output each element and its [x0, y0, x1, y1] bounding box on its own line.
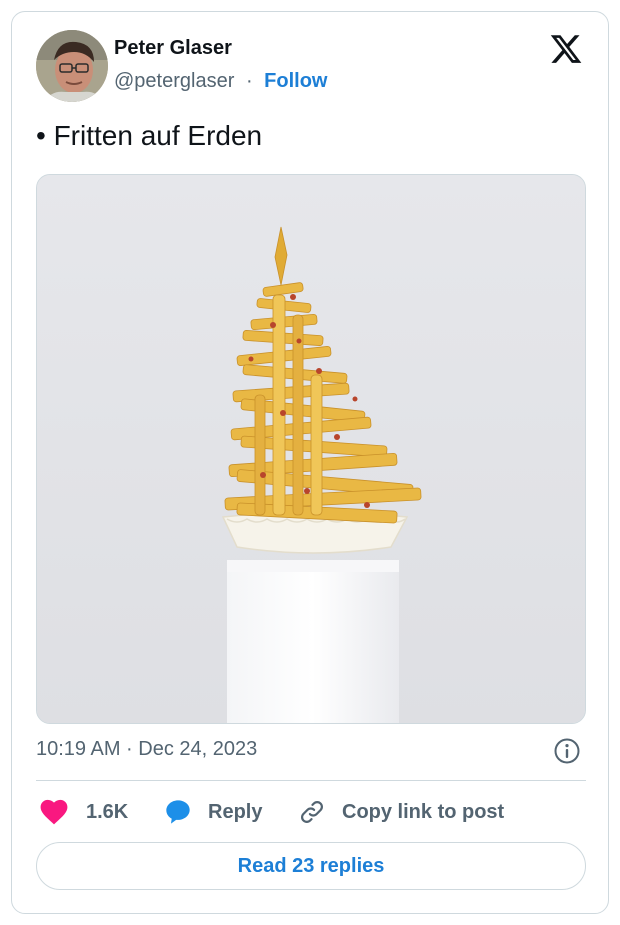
author-name[interactable]: Peter Glaser — [114, 37, 232, 60]
avatar-photo — [36, 30, 108, 102]
link-icon — [301, 801, 323, 823]
fries-christmas-tree-image — [37, 175, 585, 723]
copy-link-label: Copy link to post — [342, 800, 505, 823]
tweet-actions: 1.6K Reply Copy link to post — [36, 795, 586, 829]
reply-bubble-icon — [166, 800, 190, 824]
divider — [36, 780, 586, 781]
read-replies-button[interactable]: Read 23 replies — [36, 842, 586, 890]
like-button[interactable]: 1.6K — [40, 795, 128, 829]
like-count: 1.6K — [86, 800, 129, 823]
heart-icon — [40, 799, 68, 825]
x-logo-icon[interactable] — [549, 32, 583, 66]
tweet-text: • Fritten auf Erden — [36, 120, 263, 151]
author-avatar[interactable] — [36, 30, 108, 102]
follow-button[interactable]: Follow — [264, 70, 327, 92]
author-handle-row: @peterglaser · Follow — [114, 70, 328, 93]
tweet-card: Peter Glaser @peterglaser · Follow • Fri… — [11, 11, 609, 914]
author-handle[interactable]: @peterglaser — [114, 70, 234, 92]
copy-link-button[interactable]: Copy link to post — [298, 795, 504, 829]
info-icon[interactable] — [553, 737, 581, 765]
tweet-media-photo[interactable] — [36, 174, 586, 724]
reply-label: Reply — [208, 800, 263, 823]
tweet-timestamp[interactable]: 10:19 AM · Dec 24, 2023 — [36, 738, 257, 761]
handle-separator: · — [245, 70, 253, 92]
reply-button[interactable]: Reply — [164, 795, 262, 829]
